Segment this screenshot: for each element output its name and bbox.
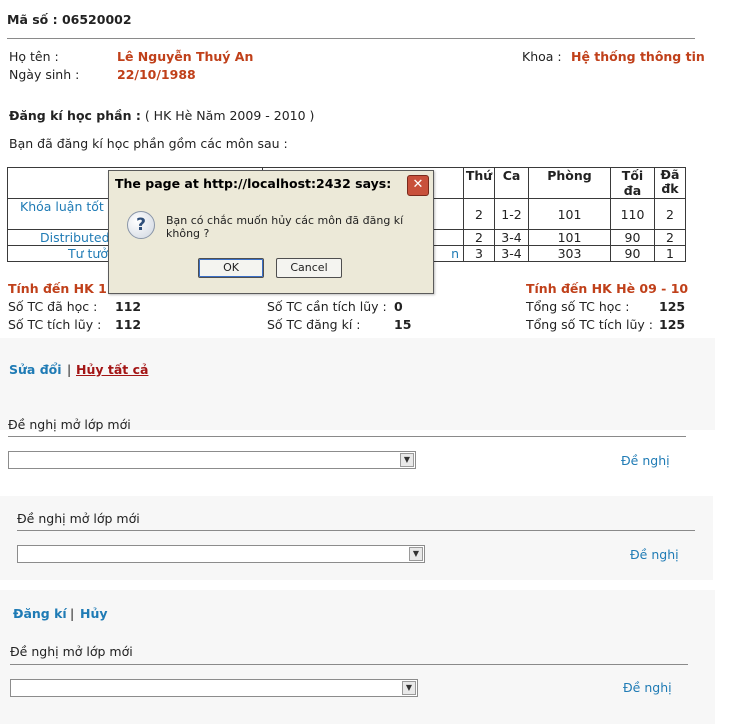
- registration-label: Đăng kí học phần :: [9, 108, 141, 123]
- tong-hoc-label: Tổng số TC học :: [526, 299, 630, 314]
- ngay-sinh-label: Ngày sinh :: [9, 67, 80, 82]
- proposal-panel-2: Đề nghị mở lớp mới: [0, 496, 713, 580]
- registration-heading: Đăng kí học phần : ( HK Hè Năm 2009 - 20…: [9, 108, 314, 123]
- ma-so-label: Mã số :: [7, 12, 58, 27]
- ok-button[interactable]: OK: [198, 258, 264, 278]
- summary-left-title: Tính đến HK 1 N: [8, 281, 122, 296]
- thu-cell: 2: [463, 229, 495, 246]
- de-nghi-button[interactable]: Đề nghị: [630, 547, 679, 562]
- proposal-class-select[interactable]: ▼: [17, 545, 425, 563]
- toida-cell: 110: [610, 198, 655, 230]
- so-tc-dang-ki-value: 15: [394, 317, 412, 332]
- toida-cell: 90: [610, 229, 655, 246]
- so-tc-da-hoc-value: 112: [115, 299, 142, 314]
- de-nghi-button[interactable]: Đề nghị: [623, 680, 672, 695]
- proposal-label: Đề nghị mở lớp mới: [17, 511, 140, 526]
- proposal-class-select[interactable]: ▼: [10, 679, 418, 697]
- phong-cell: 101: [528, 198, 611, 230]
- action-separator: |: [67, 362, 72, 377]
- class-link[interactable]: n: [451, 246, 459, 261]
- tong-tich-luy-value: 125: [659, 317, 686, 332]
- so-tc-dang-ki-label: Số TC đăng kí :: [267, 317, 361, 332]
- tong-tich-luy-label: Tổng số TC tích lũy :: [526, 317, 653, 332]
- summary-right-title: Tính đến HK Hè 09 - 10: [526, 281, 689, 296]
- confirm-dialog: The page at http://localhost:2432 says: …: [108, 170, 434, 294]
- proposal-divider: [17, 530, 695, 531]
- dadk-cell: 2: [654, 198, 686, 230]
- proposal-label: Đề nghị mở lớp mới: [10, 644, 133, 659]
- registration-intro: Bạn đã đăng kí học phần gồm các môn sau …: [9, 136, 288, 151]
- registration-term: ( HK Hè Năm 2009 - 2010 ): [144, 108, 315, 123]
- edit-panel: Sửa đổi | Hủy tất cả Đề nghị mở lớp mới: [0, 338, 715, 432]
- header-divider: [7, 38, 695, 39]
- dialog-message: Bạn có chắc muốn hủy các môn đã đăng kí …: [166, 214, 404, 240]
- dadk-cell: 2: [654, 229, 686, 246]
- col-ca: Ca: [494, 167, 529, 199]
- dialog-title: The page at http://localhost:2432 says:: [109, 171, 433, 197]
- close-icon[interactable]: ✕: [407, 175, 429, 196]
- col-phong: Phòng: [528, 167, 611, 199]
- so-tc-can-label: Số TC cần tích lũy :: [267, 299, 387, 314]
- ma-so-value: 06520002: [61, 12, 132, 27]
- col-dadk: Đã đk: [654, 167, 686, 199]
- sua-doi-link[interactable]: Sửa đổi: [9, 362, 62, 377]
- ca-cell: 3-4: [494, 245, 529, 262]
- tong-hoc-value: 125: [659, 299, 686, 314]
- dadk-cell: 1: [654, 245, 686, 262]
- so-tc-da-hoc-label: Số TC đã học :: [8, 299, 98, 314]
- ca-cell: 1-2: [494, 198, 529, 230]
- ngay-sinh-value: 22/10/1988: [117, 67, 196, 82]
- proposal-divider: [8, 436, 686, 437]
- phong-cell: 101: [528, 229, 611, 246]
- thu-cell: 2: [463, 198, 495, 230]
- so-tc-tich-luy-value: 112: [115, 317, 142, 332]
- chevron-down-icon[interactable]: ▼: [400, 453, 414, 467]
- course-link[interactable]: Distributed: [40, 230, 110, 245]
- ma-so: Mã số : 06520002: [7, 12, 132, 27]
- proposal-divider: [10, 664, 688, 665]
- action-separator: |: [70, 606, 75, 621]
- chevron-down-icon[interactable]: ▼: [402, 681, 416, 695]
- col-thu: Thứ: [463, 167, 495, 199]
- ca-cell: 3-4: [494, 229, 529, 246]
- khoa-value: Hệ thống thông tin: [571, 49, 705, 64]
- chevron-down-icon[interactable]: ▼: [409, 547, 423, 561]
- phong-cell: 303: [528, 245, 611, 262]
- question-icon: ?: [127, 211, 155, 239]
- proposal-label: Đề nghị mở lớp mới: [8, 417, 131, 432]
- course-link[interactable]: Khóa luận tốt: [20, 199, 104, 214]
- col-toida: Tối đa: [610, 167, 655, 199]
- toida-cell: 90: [610, 245, 655, 262]
- proposal-class-select[interactable]: ▼: [8, 451, 416, 469]
- ho-ten-label: Họ tên :: [9, 49, 59, 64]
- huy-tat-ca-link[interactable]: Hủy tất cả: [76, 362, 148, 377]
- khoa-label: Khoa :: [522, 49, 562, 64]
- huy-link[interactable]: Hủy: [80, 606, 108, 621]
- course-link[interactable]: Tư tưở: [68, 246, 108, 261]
- dang-ki-link[interactable]: Đăng kí: [13, 606, 67, 621]
- so-tc-tich-luy-label: Số TC tích lũy :: [8, 317, 102, 332]
- cancel-button[interactable]: Cancel: [276, 258, 342, 278]
- ho-ten-value: Lê Nguyễn Thuý An: [117, 49, 254, 64]
- register-panel: Đăng kí | Hủy Đề nghị mở lớp mới: [0, 590, 715, 724]
- so-tc-can-value: 0: [394, 299, 403, 314]
- de-nghi-button[interactable]: Đề nghị: [621, 453, 670, 468]
- thu-cell: 3: [463, 245, 495, 262]
